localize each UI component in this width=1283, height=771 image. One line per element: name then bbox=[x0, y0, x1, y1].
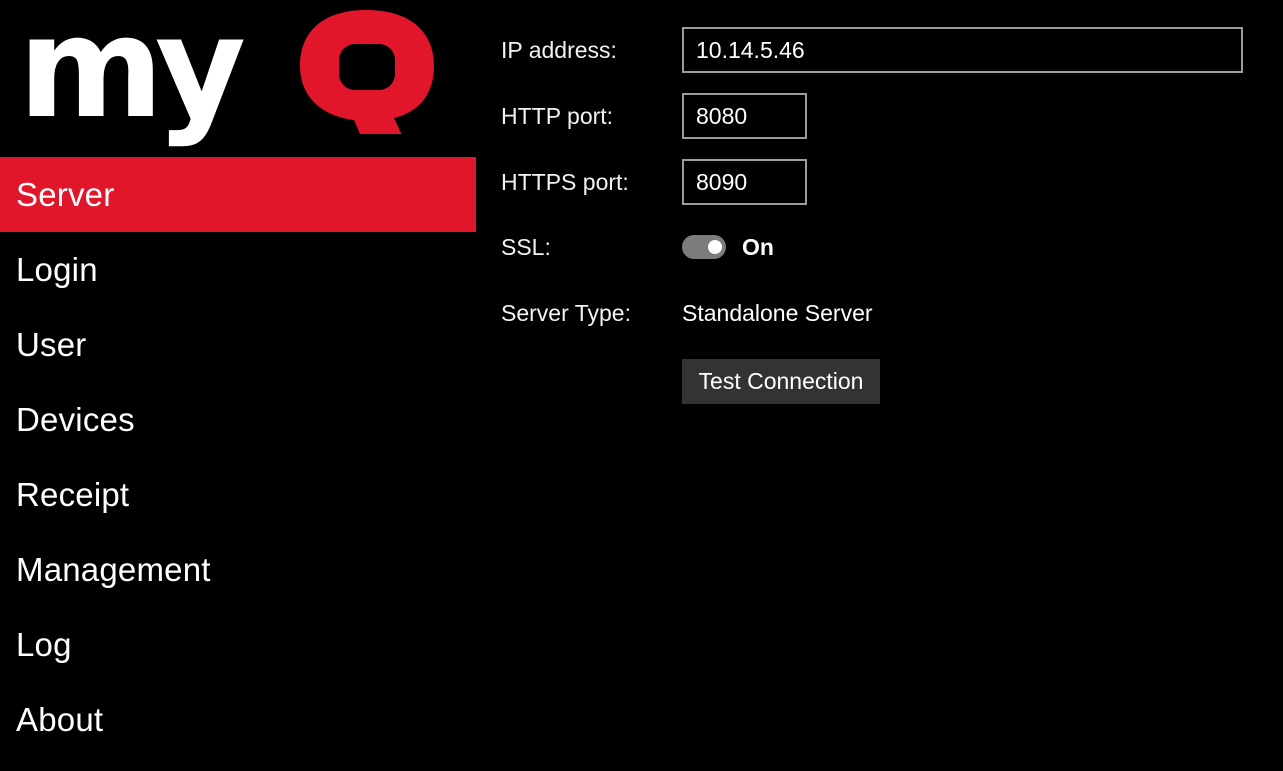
sidebar-item-label: Login bbox=[16, 253, 98, 286]
sidebar-nav: Server Login User Devices Receipt Manage… bbox=[0, 157, 476, 757]
ssl-label: SSL: bbox=[501, 236, 551, 259]
ssl-state-label: On bbox=[742, 236, 774, 259]
sidebar-item-devices[interactable]: Devices bbox=[0, 382, 476, 457]
http-port-input[interactable] bbox=[682, 93, 807, 139]
server-type-label: Server Type: bbox=[501, 302, 631, 325]
sidebar-item-log[interactable]: Log bbox=[0, 607, 476, 682]
server-settings-panel: IP address: HTTP port: HTTPS port: SSL: … bbox=[476, 0, 1283, 771]
sidebar-item-user[interactable]: User bbox=[0, 307, 476, 382]
myq-logo: my bbox=[0, 0, 476, 157]
sidebar-item-label: Server bbox=[16, 178, 114, 211]
https-port-input[interactable] bbox=[682, 159, 807, 205]
sidebar-item-server[interactable]: Server bbox=[0, 157, 476, 232]
sidebar-item-label: Log bbox=[16, 628, 72, 661]
sidebar-item-login[interactable]: Login bbox=[0, 232, 476, 307]
server-type-value: Standalone Server bbox=[682, 302, 873, 325]
sidebar-item-label: Management bbox=[16, 553, 211, 586]
ssl-toggle-group: On bbox=[682, 235, 774, 259]
logo-q-icon bbox=[296, 8, 438, 134]
ssl-toggle-knob bbox=[708, 240, 722, 254]
http-port-label: HTTP port: bbox=[501, 105, 613, 128]
sidebar-item-about[interactable]: About bbox=[0, 682, 476, 757]
https-port-label: HTTPS port: bbox=[501, 171, 629, 194]
ip-address-input[interactable] bbox=[682, 27, 1243, 73]
sidebar-item-receipt[interactable]: Receipt bbox=[0, 457, 476, 532]
ssl-toggle-switch[interactable] bbox=[682, 235, 726, 259]
sidebar: my Server Login User Devices Receipt bbox=[0, 0, 476, 771]
sidebar-item-label: Receipt bbox=[16, 478, 129, 511]
sidebar-item-label: About bbox=[16, 703, 103, 736]
ip-address-label: IP address: bbox=[501, 39, 617, 62]
sidebar-item-label: Devices bbox=[16, 403, 135, 436]
sidebar-item-label: User bbox=[16, 328, 86, 361]
logo-wordmark-text: my bbox=[18, 0, 237, 144]
sidebar-item-management[interactable]: Management bbox=[0, 532, 476, 607]
app-window: my Server Login User Devices Receipt bbox=[0, 0, 1283, 771]
test-connection-button[interactable]: Test Connection bbox=[682, 359, 880, 404]
